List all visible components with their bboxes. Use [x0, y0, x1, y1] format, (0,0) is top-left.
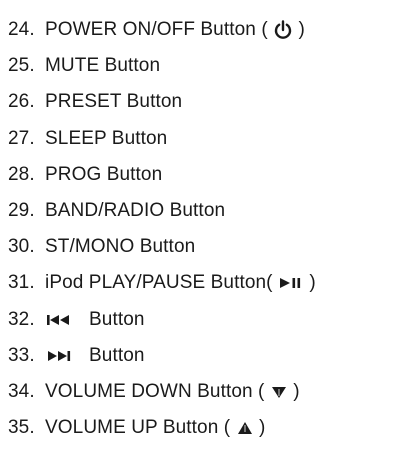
list-item: 29. BAND/RADIO Button [8, 193, 408, 229]
item-label: VOLUME DOWN Button ( [45, 380, 270, 402]
item-label-suffix: ) [253, 417, 266, 439]
item-number: 31. [8, 272, 35, 294]
item-number: 33. [8, 344, 35, 366]
item-number: 34. [8, 380, 35, 402]
item-number: 28. [8, 163, 35, 185]
play-pause-icon [278, 275, 304, 291]
item-number: 30. [8, 236, 35, 258]
triangle-up-icon [236, 420, 254, 436]
item-label: Button [89, 344, 145, 366]
item-number: 27. [8, 127, 35, 149]
item-label: MUTE Button [45, 55, 161, 77]
item-number: 24. [8, 19, 35, 41]
item-label: Button [89, 308, 145, 330]
list-item: 31. iPod PLAY/PAUSE Button( ) [8, 265, 408, 301]
item-number: 32. [8, 308, 35, 330]
triangle-down-icon [270, 384, 288, 400]
item-number: 25. [8, 55, 35, 77]
item-label-suffix: ) [287, 380, 300, 402]
list-item: 25. MUTE Button [8, 48, 408, 84]
list-item: 33. Button [8, 338, 408, 374]
skip-back-icon [45, 312, 73, 328]
item-label-suffix: ) [293, 19, 305, 41]
item-number: 29. [8, 200, 35, 222]
item-label: BAND/RADIO Button [45, 200, 226, 222]
item-label: PRESET Button [45, 91, 183, 113]
skip-forward-icon [45, 348, 73, 364]
item-label: ST/MONO Button [45, 236, 196, 258]
list-item: 27. SLEEP Button [8, 121, 408, 157]
item-label: VOLUME UP Button ( [45, 417, 236, 439]
item-label: PROG Button [45, 163, 163, 185]
list-item: 30. ST/MONO Button [8, 229, 408, 265]
item-label: POWER ON/OFF Button ( [45, 19, 274, 41]
list-item: 32. Button [8, 302, 408, 338]
list-item: 26. PRESET Button [8, 84, 408, 120]
list-item: 35. VOLUME UP Button ( ) [8, 410, 408, 446]
item-label: iPod PLAY/PAUSE Button( [45, 272, 278, 294]
list-item: 28. PROG Button [8, 157, 408, 193]
list-item: 34. VOLUME DOWN Button ( ) [8, 374, 408, 410]
item-number: 26. [8, 91, 35, 113]
item-label: SLEEP Button [45, 127, 168, 149]
power-icon [273, 20, 293, 40]
list-item: 24. POWER ON/OFF Button ( ) [8, 12, 408, 48]
item-label-suffix: ) [303, 272, 316, 294]
button-list: 24. POWER ON/OFF Button ( ) 25. MUTE But… [8, 12, 408, 446]
item-number: 35. [8, 417, 35, 439]
